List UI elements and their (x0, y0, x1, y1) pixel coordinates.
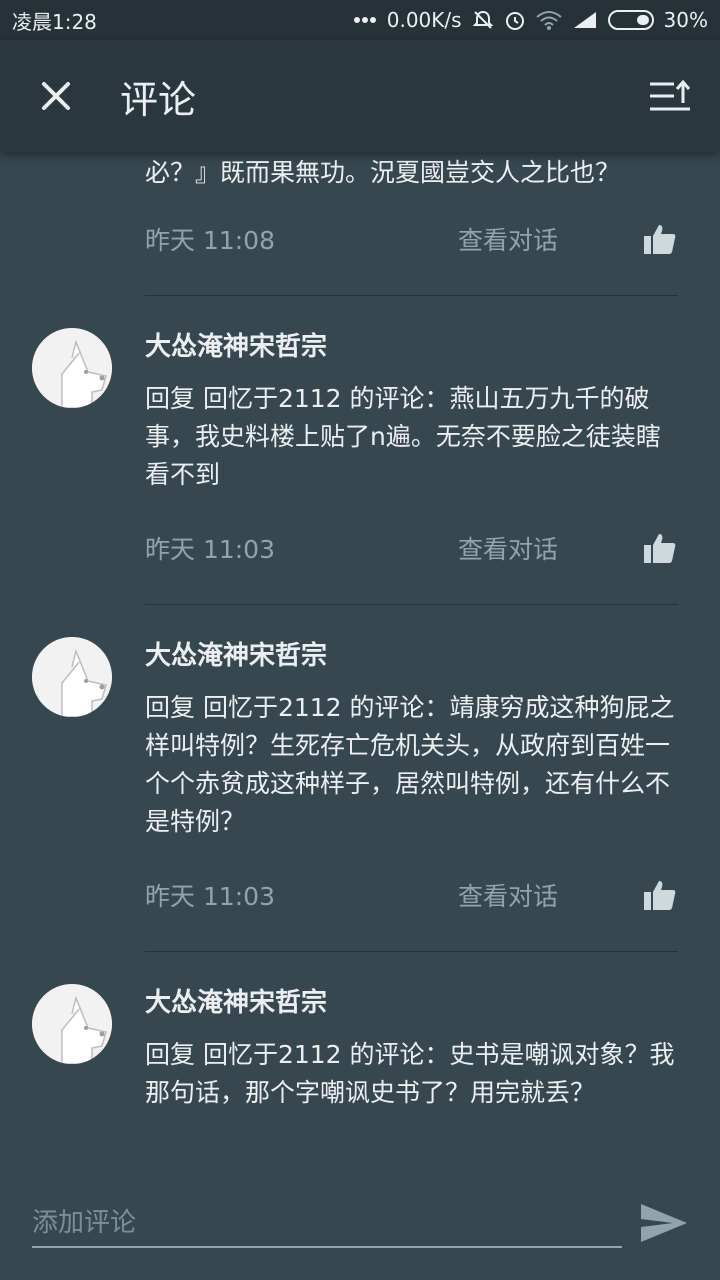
status-bar: 凌晨1:28 0.00K/s 30% (0, 0, 720, 40)
thumbs-up-icon (644, 225, 676, 254)
comment-author[interactable]: 大怂淹神宋哲宗 (145, 605, 678, 675)
comment-input-bar (0, 1180, 720, 1280)
comment-item: 必？』既而果無功。況夏國豈交人之比也？ 昨天 11:08 查看对话 (0, 152, 720, 296)
view-conversation-link[interactable]: 查看对话 (458, 877, 642, 913)
signal-icon (572, 10, 598, 30)
thumbs-up-icon (644, 534, 676, 563)
battery-icon (607, 10, 654, 30)
battery-level: 30% (663, 8, 708, 32)
status-icons: 0.00K/s 30% (353, 8, 708, 32)
close-icon (42, 82, 70, 110)
send-icon (641, 1204, 687, 1242)
status-time: 凌晨1:28 (12, 9, 97, 34)
comment-text: 必？』既而果無功。況夏國豈交人之比也？ (145, 158, 621, 187)
thumbs-up-icon (644, 881, 676, 910)
avatar[interactable] (32, 984, 112, 1064)
view-conversation-link[interactable]: 查看对话 (458, 221, 642, 257)
dots-icon (353, 16, 377, 24)
like-button[interactable] (642, 877, 678, 913)
like-button[interactable] (642, 221, 678, 257)
comment-author[interactable]: 大怂淹神宋哲宗 (145, 296, 678, 366)
avatar-dog-icon (32, 637, 112, 717)
comment-meta: 昨天 11:03 查看对话 (145, 530, 678, 566)
send-button[interactable] (634, 1198, 694, 1248)
avatar[interactable] (32, 637, 112, 717)
comment-time: 昨天 11:08 (145, 226, 275, 255)
comment-meta: 昨天 11:08 查看对话 (145, 221, 678, 257)
avatar-dog-icon (32, 328, 112, 408)
comment-item: 大怂淹神宋哲宗 回复 回忆于2112 的评论：靖康穷成这种狗屁之样叫特例？生死存… (0, 605, 720, 952)
comment-item: 大怂淹神宋哲宗 回复 回忆于2112 的评论：燕山五万九千的破事，我史料楼上贴了… (0, 296, 720, 605)
comment-time: 昨天 11:03 (145, 882, 275, 911)
close-button[interactable] (0, 40, 112, 152)
comment-item: 大怂淹神宋哲宗 回复 回忆于2112 的评论：史书是嘲讽对象？我那句话，那个字嘲… (0, 952, 720, 1112)
view-conversation-link[interactable]: 查看对话 (458, 530, 642, 566)
page-title: 评论 (120, 77, 197, 122)
comment-text: 回复 回忆于2112 的评论：史书是嘲讽对象？我那句话，那个字嘲讽史书了？用完就… (145, 1040, 675, 1107)
sort-icon (650, 79, 691, 111)
network-speed: 0.00K/s (386, 8, 462, 32)
comment-text: 回复 回忆于2112 的评论：靖康穷成这种狗屁之样叫特例？生死存亡危机关头，从政… (145, 693, 675, 836)
comment-text: 回复 回忆于2112 的评论：燕山五万九千的破事，我史料楼上贴了n遍。无奈不要脸… (145, 384, 661, 489)
sort-button[interactable] (620, 40, 720, 152)
like-button[interactable] (642, 530, 678, 566)
avatar[interactable] (32, 328, 112, 408)
avatar-dog-icon (32, 984, 112, 1064)
app-bar: 评论 (0, 40, 720, 152)
wifi-icon (535, 10, 562, 30)
mute-icon (472, 9, 494, 31)
comment-meta: 昨天 11:03 查看对话 (145, 877, 678, 913)
comment-time: 昨天 11:03 (145, 535, 275, 564)
comment-author[interactable]: 大怂淹神宋哲宗 (145, 952, 678, 1022)
comment-list[interactable]: 必？』既而果無功。況夏國豈交人之比也？ 昨天 11:08 查看对话 大怂淹神宋哲… (0, 152, 720, 1180)
alarm-icon (504, 9, 526, 31)
add-comment-input[interactable] (32, 1200, 622, 1248)
